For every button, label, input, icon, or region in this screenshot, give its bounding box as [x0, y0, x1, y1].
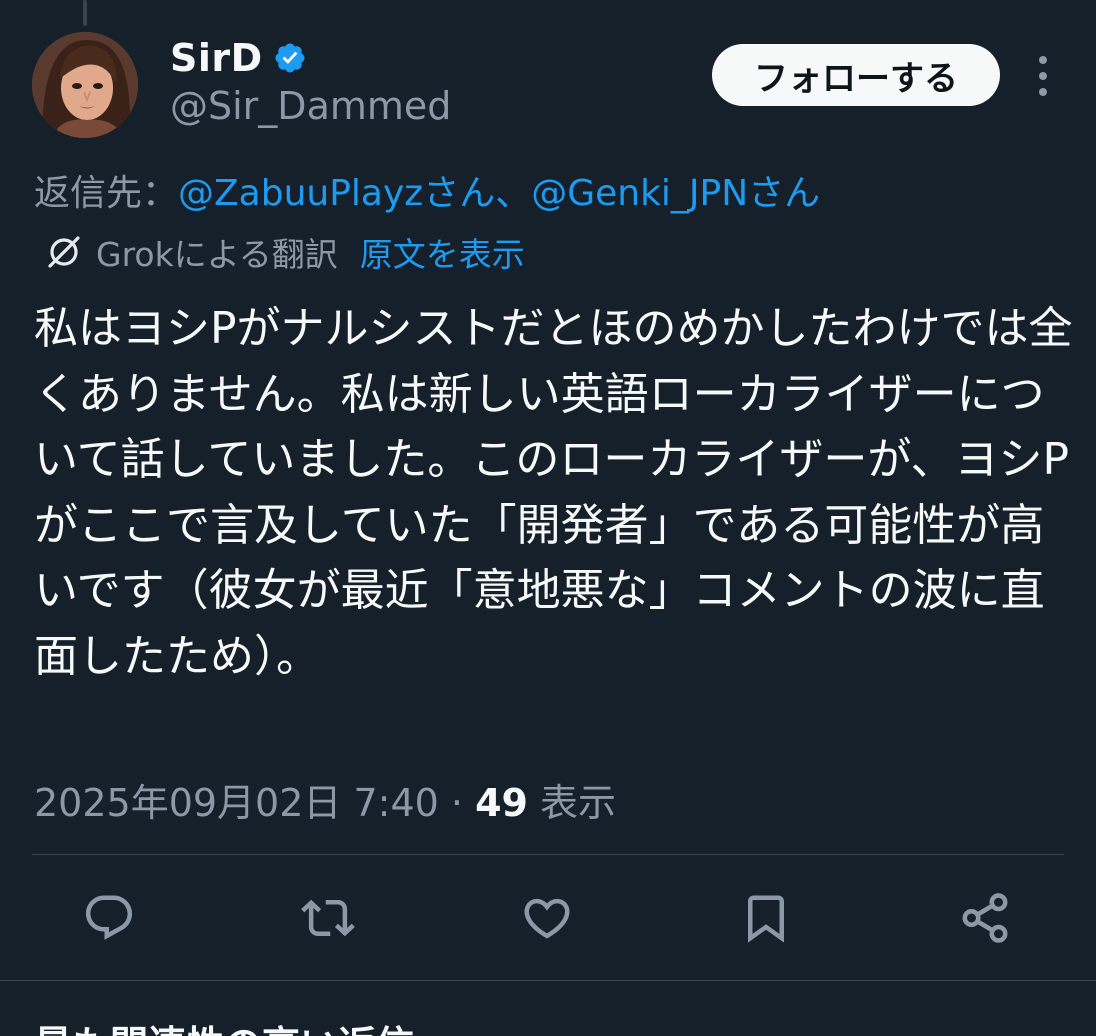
avatar-portrait-icon	[32, 32, 138, 138]
tweet-text: 私はヨシPがナルシストだとほのめかしたわけでは全くありません。私は新しい英語ロー…	[34, 303, 1073, 682]
bookmark-icon	[748, 895, 784, 943]
tweet-meta: 2025年09月02日 7:40 · 49 表示	[34, 772, 616, 827]
views-count: 49	[475, 781, 528, 825]
reply-icon	[85, 895, 133, 940]
grok-icon	[48, 236, 80, 268]
reply-to-line: 返信先：@ZabuuPlayzさん、@Genki_JPNさん	[34, 164, 820, 216]
more-options-icon[interactable]	[1028, 56, 1058, 96]
translation-row: Grokによる翻訳 原文を表示	[44, 228, 525, 276]
divider	[0, 980, 1096, 981]
thread-connector-line	[83, 0, 87, 26]
like-button[interactable]	[517, 888, 577, 948]
mention-link-genki-jpn[interactable]: @Genki_JPNさん	[531, 173, 820, 214]
author-handle[interactable]: @Sir_Dammed	[170, 84, 451, 128]
share-button[interactable]	[955, 888, 1015, 948]
views-label: 表示	[527, 781, 617, 825]
reply-to-prefix: 返信先：	[34, 173, 179, 214]
tweet-action-bar	[0, 888, 1096, 948]
retweet-icon	[301, 899, 355, 937]
like-icon	[524, 898, 570, 939]
show-original-link[interactable]: 原文を表示	[360, 228, 525, 276]
verified-badge-icon	[275, 43, 305, 73]
mention-link-zabuuplayz[interactable]: @ZabuuPlayzさん	[178, 173, 495, 214]
author-display-name[interactable]: SirD	[170, 36, 263, 80]
bookmark-button[interactable]	[736, 888, 796, 948]
meta-separator: ·	[438, 781, 476, 825]
tweet-detail-page: SirD @Sir_Dammed フォローする 返信先：@ZabuuPlayzさ…	[0, 0, 1096, 1036]
reply-button[interactable]	[79, 888, 139, 948]
author-name-row[interactable]: SirD	[170, 36, 307, 80]
most-relevant-replies-heading[interactable]: 最も関連性の高い返信	[34, 1014, 414, 1036]
share-icon	[962, 893, 1008, 943]
tweet-timestamp[interactable]: 2025年09月02日 7:40	[34, 781, 439, 825]
avatar[interactable]	[32, 32, 138, 138]
mention-separator: 、	[495, 173, 532, 214]
grok-translation-label: Grokによる翻訳	[96, 235, 338, 274]
divider	[32, 854, 1064, 855]
retweet-button[interactable]	[298, 888, 358, 948]
follow-button[interactable]: フォローする	[712, 44, 1000, 106]
